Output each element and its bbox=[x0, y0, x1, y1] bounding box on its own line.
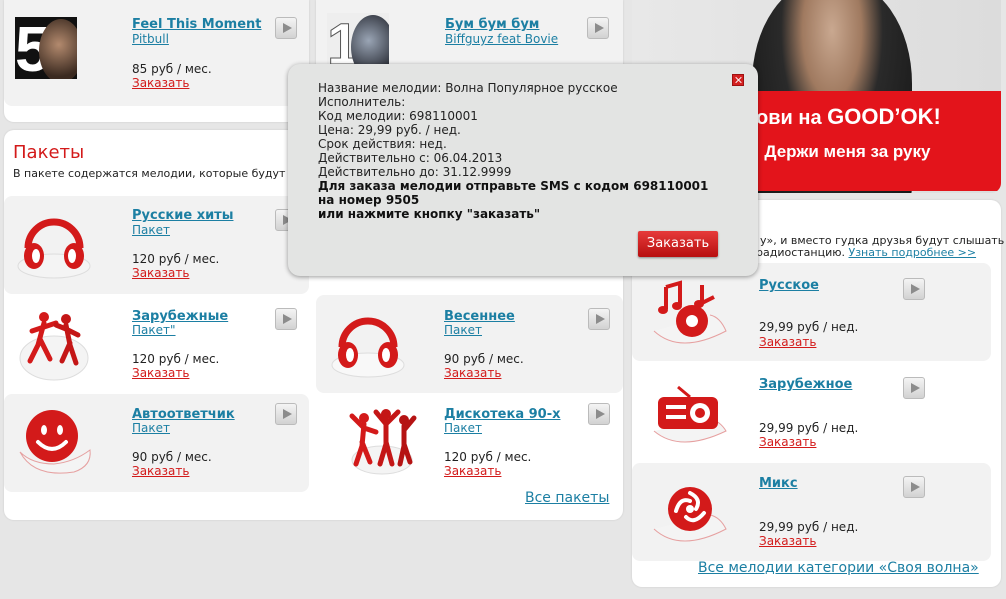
package-type-link[interactable]: Пакет bbox=[132, 223, 170, 237]
popup-sms-number: на номер 9505 bbox=[318, 193, 420, 207]
artist-link[interactable]: Pitbull bbox=[132, 32, 169, 46]
package-type-link[interactable]: Пакет bbox=[132, 421, 170, 435]
order-link[interactable]: Заказать bbox=[132, 366, 189, 380]
order-link[interactable]: Заказать bbox=[759, 335, 816, 349]
headphones-icon bbox=[17, 218, 91, 279]
wave-item: Зарубежное 29,99 руб / нед. Заказать bbox=[632, 363, 991, 461]
package-price: 120 руб / мес. bbox=[132, 352, 220, 366]
dancers-icon bbox=[19, 312, 89, 381]
play-button[interactable] bbox=[275, 17, 297, 39]
play-button[interactable] bbox=[588, 308, 610, 330]
mix-icon bbox=[653, 487, 727, 542]
play-button[interactable] bbox=[903, 476, 925, 498]
close-icon[interactable] bbox=[732, 74, 744, 86]
wave-price: 29,99 руб / нед. bbox=[759, 421, 859, 435]
packages-heading: Пакеты bbox=[13, 142, 85, 163]
package-item: Дискотека 90-х Пакет 120 руб / мес. Зака… bbox=[316, 394, 623, 492]
package-item: Автоответчик Пакет 90 руб / мес. Заказат… bbox=[4, 394, 309, 492]
wave-price: 29,99 руб / нед. bbox=[759, 320, 859, 334]
package-type-link[interactable]: Пакет bbox=[444, 421, 482, 435]
packages-description: В пакете содержатся мелодии, которые буд… bbox=[13, 167, 304, 180]
popup-order-button[interactable]: Заказать bbox=[638, 231, 718, 257]
popup-sms-instruction: Для заказа мелодии отправьте SMS с кодом… bbox=[318, 179, 709, 193]
popup-melody-name: Название мелодии: Волна Популярное русск… bbox=[318, 81, 618, 95]
all-wave-link[interactable]: Все мелодии категории «Своя волна» bbox=[698, 560, 979, 576]
play-button[interactable] bbox=[275, 403, 297, 425]
play-button[interactable] bbox=[587, 17, 609, 39]
banner-subline: · Держи меня за руку bbox=[754, 142, 931, 161]
top-track-card-1: 5 Feel This Moment Pitbull 85 руб / мес.… bbox=[4, 0, 309, 122]
popup-button-hint: или нажмите кнопку "заказать" bbox=[318, 207, 541, 221]
wave-price: 29,99 руб / нед. bbox=[759, 520, 859, 534]
package-item: Русские хиты Пакет 120 руб / мес. Заказа… bbox=[4, 196, 309, 294]
package-price: 120 руб / мес. bbox=[132, 252, 220, 266]
disco-dancers-icon bbox=[349, 409, 417, 475]
order-link[interactable]: Заказать bbox=[759, 435, 816, 449]
play-button[interactable] bbox=[903, 377, 925, 399]
headphones-icon bbox=[331, 317, 405, 378]
package-title-link[interactable]: Весеннее bbox=[444, 309, 515, 324]
track-item: 5 Feel This Moment Pitbull 85 руб / мес.… bbox=[4, 0, 309, 106]
wave-title-link[interactable]: Русское bbox=[759, 278, 819, 293]
album-cover-image[interactable]: 5 bbox=[15, 17, 77, 79]
track-title-link[interactable]: Бум бум бум bbox=[445, 17, 539, 32]
package-item: Зарубежные Пакет" 120 руб / мес. Заказат… bbox=[4, 295, 309, 393]
popup-artist: Исполнитель: bbox=[318, 95, 406, 109]
banner-headline: ови на GOOD’OK! bbox=[756, 104, 941, 129]
track-title-link[interactable]: Feel This Moment bbox=[132, 17, 262, 32]
music-notes-icon bbox=[653, 280, 727, 344]
melody-info-popup: Название мелодии: Волна Популярное русск… bbox=[288, 64, 758, 276]
package-price: 120 руб / мес. bbox=[444, 450, 532, 464]
track-price: 85 руб / мес. bbox=[132, 62, 212, 76]
wave-title-link[interactable]: Зарубежное bbox=[759, 377, 852, 392]
popup-valid-to: Действительно до: 31.12.9999 bbox=[318, 165, 512, 179]
radio-icon bbox=[653, 385, 727, 443]
order-link[interactable]: Заказать bbox=[444, 464, 501, 478]
wave-item: Микс 29,99 руб / нед. Заказать bbox=[632, 463, 991, 561]
package-title-link[interactable]: Автоответчик bbox=[132, 407, 235, 422]
all-packages-link[interactable]: Все пакеты bbox=[525, 490, 609, 506]
package-title-link[interactable]: Русские хиты bbox=[132, 208, 233, 223]
package-type-link[interactable]: Пакет bbox=[444, 323, 482, 337]
popup-valid-from: Действительно с: 06.04.2013 bbox=[318, 151, 503, 165]
package-price: 90 руб / мес. bbox=[444, 352, 524, 366]
order-link[interactable]: Заказать bbox=[132, 76, 189, 90]
order-link[interactable]: Заказать bbox=[444, 366, 501, 380]
track-item: 10 Бум бум бум Biffguyz feat Bovie bbox=[316, 0, 623, 75]
order-link[interactable]: Заказать bbox=[132, 266, 189, 280]
wave-description-line-2: радиостанцию. Узнать подробнее >> bbox=[756, 246, 977, 259]
popup-term: Срок действия: нед. bbox=[318, 137, 447, 151]
order-link[interactable]: Заказать bbox=[759, 534, 816, 548]
popup-price: Цена: 29,99 руб. / нед. bbox=[318, 123, 461, 137]
play-button[interactable] bbox=[275, 308, 297, 330]
wave-item: Русское 29,99 руб / нед. Заказать bbox=[632, 263, 991, 361]
package-item: Весеннее Пакет 90 руб / мес. Заказать bbox=[316, 295, 623, 393]
order-link[interactable]: Заказать bbox=[132, 464, 189, 478]
package-title-link[interactable]: Зарубежные bbox=[132, 309, 228, 324]
more-info-link[interactable]: Узнать подробнее >> bbox=[849, 246, 977, 259]
popup-melody-code: Код мелодии: 698110001 bbox=[318, 109, 478, 123]
wave-title-link[interactable]: Микс bbox=[759, 476, 798, 491]
artist-link[interactable]: Biffguyz feat Bovie bbox=[445, 32, 558, 46]
package-type-link[interactable]: Пакет" bbox=[132, 323, 176, 337]
smiley-icon bbox=[19, 410, 91, 474]
artist-photo bbox=[39, 19, 77, 79]
package-title-link[interactable]: Дискотека 90-х bbox=[444, 407, 561, 422]
play-button[interactable] bbox=[588, 403, 610, 425]
package-price: 90 руб / мес. bbox=[132, 450, 212, 464]
play-button[interactable] bbox=[903, 278, 925, 300]
